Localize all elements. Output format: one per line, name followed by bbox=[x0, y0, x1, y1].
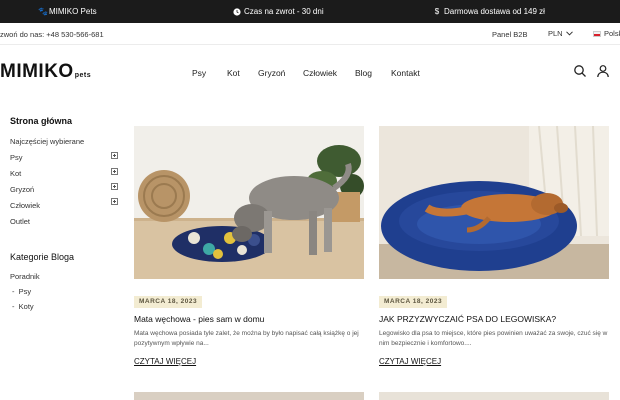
brand-name: MIMIKO Pets bbox=[49, 7, 97, 16]
clock-icon bbox=[233, 7, 241, 16]
b2b-panel-link[interactable]: Panel B2B bbox=[492, 30, 527, 39]
utility-bar: zwoń do nas: +48 530-566-681 Panel B2B P… bbox=[0, 23, 620, 45]
currency-value: PLN bbox=[548, 29, 563, 38]
sidebar-item-gryzon[interactable]: Gryzoń bbox=[10, 185, 34, 194]
shipping-text: Darmowa dostawa od 149 zł bbox=[444, 7, 545, 16]
post-image-dog-bed[interactable] bbox=[379, 126, 609, 279]
paw-icon: 🐾 bbox=[38, 6, 48, 16]
blog-category-poradnik[interactable]: Poradnik bbox=[10, 272, 40, 281]
language-value: Polsk bbox=[604, 29, 620, 38]
blog-category-psy[interactable]: - Psy bbox=[12, 287, 31, 296]
expand-plus-icon[interactable] bbox=[111, 183, 118, 190]
nav-item-czlowiek[interactable]: Człowiek bbox=[303, 68, 337, 78]
blog-categories-title: Kategorie Bloga bbox=[10, 252, 75, 262]
nav-item-psy[interactable]: Psy bbox=[192, 68, 206, 78]
blog-category-koty-label: Koty bbox=[18, 302, 34, 311]
sidebar-item-czlowiek[interactable]: Człowiek bbox=[10, 201, 40, 210]
expand-plus-icon[interactable] bbox=[111, 168, 118, 175]
sidebar-item-outlet[interactable]: Outlet bbox=[10, 217, 30, 226]
post-date-badge: MARCA 18, 2023 bbox=[134, 296, 203, 308]
post-image-snuffle-mat[interactable] bbox=[134, 126, 364, 279]
expand-plus-icon[interactable] bbox=[111, 152, 118, 159]
dog-snuffle-mat-photo bbox=[134, 126, 364, 279]
nav-item-kontakt[interactable]: Kontakt bbox=[391, 68, 420, 78]
post-excerpt: Legowisko dla psa to miejsce, które pies… bbox=[379, 330, 608, 347]
read-more-link[interactable]: CZYTAJ WIĘCEJ bbox=[379, 357, 441, 366]
polish-flag-icon bbox=[593, 30, 601, 37]
dog-bed-photo bbox=[379, 126, 609, 279]
nav-item-gryzon[interactable]: Gryzoń bbox=[258, 68, 285, 78]
expand-plus-icon[interactable] bbox=[111, 198, 118, 205]
post-excerpt: Mata węchowa posiada tyle zalet, że możn… bbox=[134, 330, 359, 347]
nav-item-blog[interactable]: Blog bbox=[355, 68, 372, 78]
post-title[interactable]: Mata węchowa - pies sam w domu bbox=[134, 314, 264, 324]
dollar-icon: $ bbox=[434, 6, 440, 16]
search-icon[interactable] bbox=[573, 64, 587, 78]
phone-link[interactable]: zwoń do nas: +48 530-566-681 bbox=[0, 30, 104, 39]
returns-announcement: Czas na zwrot - 30 dni bbox=[233, 7, 324, 16]
sidebar-title[interactable]: Strona główna bbox=[10, 116, 72, 126]
announcement-bar: 🐾 MIMIKO Pets Czas na zwrot - 30 dni $ D… bbox=[0, 0, 620, 23]
nav-item-kot[interactable]: Kot bbox=[227, 68, 240, 78]
blog-category-psy-label: Psy bbox=[18, 287, 32, 296]
sidebar-item-kot[interactable]: Kot bbox=[10, 169, 21, 178]
account-icon[interactable] bbox=[596, 64, 610, 78]
blog-category-koty[interactable]: - Koty bbox=[12, 302, 34, 311]
next-post-image[interactable] bbox=[134, 392, 364, 400]
returns-text: Czas na zwrot - 30 dni bbox=[244, 7, 324, 16]
sidebar-item-najczesciej[interactable]: Najczęściej wybierane bbox=[10, 137, 84, 146]
currency-selector[interactable]: PLN bbox=[548, 29, 573, 38]
chevron-down-icon bbox=[565, 31, 573, 36]
language-selector[interactable]: Polsk bbox=[593, 29, 620, 38]
post-title[interactable]: JAK PRZYZWYCZAIĆ PSA DO LEGOWISKA? bbox=[379, 314, 556, 324]
main-navigation: Psy Kot Gryzoń Człowiek Blog Kontakt bbox=[0, 68, 620, 80]
shipping-announcement: $ Darmowa dostawa od 149 zł bbox=[433, 7, 545, 16]
sidebar-item-psy[interactable]: Psy bbox=[10, 153, 23, 162]
read-more-link[interactable]: CZYTAJ WIĘCEJ bbox=[134, 357, 196, 366]
post-date-badge: MARCA 18, 2023 bbox=[379, 296, 448, 308]
next-post-image[interactable] bbox=[379, 392, 609, 400]
brand-announcement: 🐾 MIMIKO Pets bbox=[38, 7, 97, 16]
